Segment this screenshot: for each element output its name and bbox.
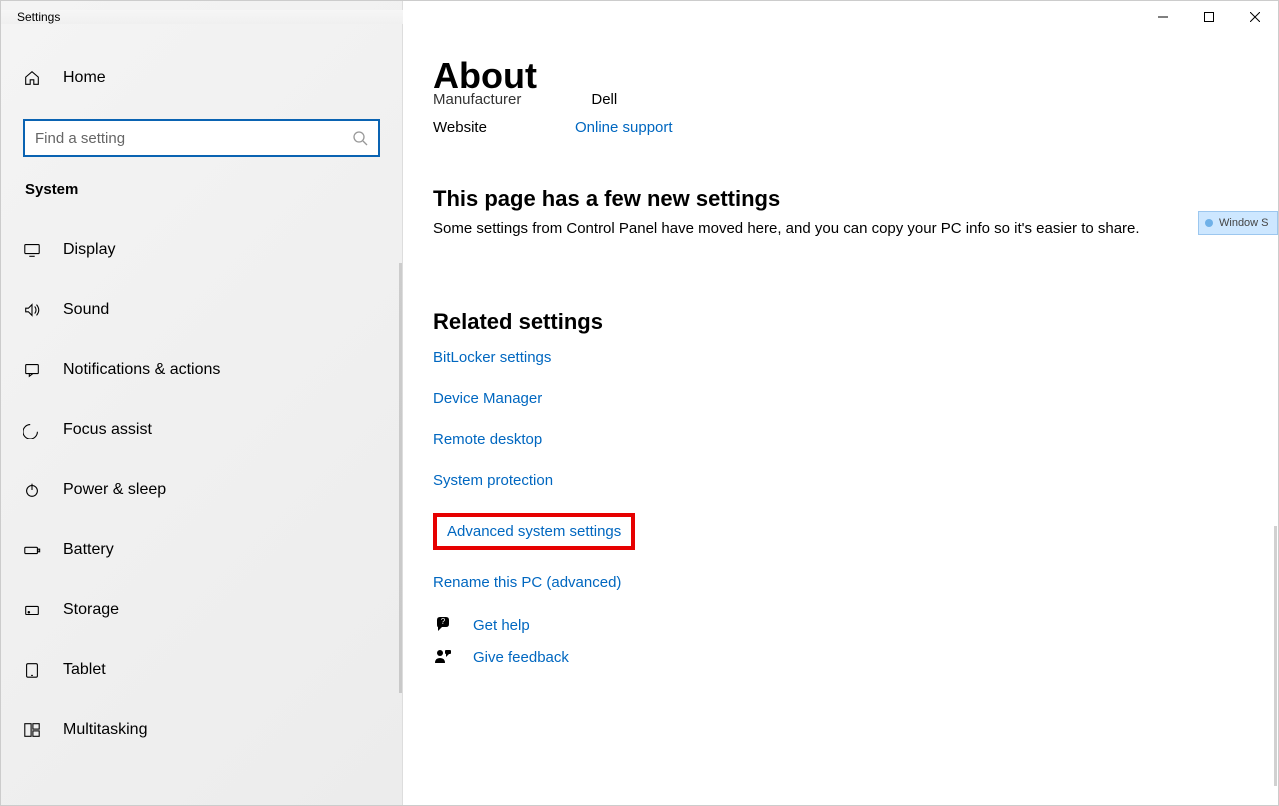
home-icon [23,69,41,87]
feedback-icon [433,647,453,667]
sidebar-category: System [1,171,402,220]
new-settings-body: Some settings from Control Panel have mo… [433,220,1278,237]
system-protection-link[interactable]: System protection [433,472,553,489]
related-settings-heading: Related settings [433,309,1278,335]
maximize-button[interactable] [1186,1,1232,33]
window-title: Settings [1,10,403,24]
search-icon [352,130,368,146]
website-label: Website [433,119,493,136]
sidebar-item-label: Multitasking [63,721,147,739]
sidebar-home-label: Home [63,69,106,87]
sidebar-home[interactable]: Home [1,53,402,103]
focus-assist-icon [23,421,41,439]
get-help-link[interactable]: Get help [473,617,530,634]
website-row: Website Online support [433,119,1278,136]
sidebar-item-display[interactable]: Display [1,220,402,280]
search-box[interactable] [23,119,380,157]
power-icon [23,481,41,499]
give-feedback-row[interactable]: Give feedback [433,647,1278,667]
sidebar-item-label: Notifications & actions [63,361,220,379]
remote-desktop-link[interactable]: Remote desktop [433,431,542,448]
search-input[interactable] [35,130,352,147]
device-manager-link[interactable]: Device Manager [433,390,542,407]
notifications-icon [23,361,41,379]
svg-text:?: ? [441,617,446,626]
sidebar-item-label: Display [63,241,115,259]
display-icon [23,241,41,259]
give-feedback-link[interactable]: Give feedback [473,649,569,666]
sidebar-item-tablet[interactable]: Tablet [1,640,402,700]
bitlocker-settings-link[interactable]: BitLocker settings [433,349,551,366]
main-content: About Manufacturer Dell Website Online s… [403,1,1278,805]
sidebar-item-power-sleep[interactable]: Power & sleep [1,460,402,520]
help-icon: ? [433,615,453,635]
sidebar-item-label: Focus assist [63,421,152,439]
storage-icon [23,601,41,619]
tablet-icon [23,661,41,679]
sidebar-item-focus-assist[interactable]: Focus assist [1,400,402,460]
new-settings-heading: This page has a few new settings [433,186,1278,212]
related-links-list: BitLocker settings Device Manager Remote… [433,349,1278,591]
manufacturer-row: Manufacturer Dell [433,91,1278,109]
sidebar-item-battery[interactable]: Battery [1,520,402,580]
sidebar-scrollbar[interactable] [399,263,402,693]
sidebar-item-label: Battery [63,541,114,559]
get-help-row[interactable]: ? Get help [433,615,1278,635]
advanced-system-settings-highlight: Advanced system settings [433,513,635,550]
multitasking-icon [23,721,41,739]
sidebar-item-sound[interactable]: Sound [1,280,402,340]
close-button[interactable] [1232,1,1278,33]
sound-icon [23,301,41,319]
sidebar-item-notifications[interactable]: Notifications & actions [1,340,402,400]
sidebar-item-label: Tablet [63,661,106,679]
minimize-button[interactable] [1140,1,1186,33]
advanced-system-settings-link[interactable]: Advanced system settings [447,523,621,540]
rename-pc-link[interactable]: Rename this PC (advanced) [433,574,621,591]
sidebar-item-label: Storage [63,601,119,619]
main-scrollbar[interactable] [1274,526,1277,786]
sidebar-item-storage[interactable]: Storage [1,580,402,640]
online-support-link[interactable]: Online support [575,119,673,136]
sidebar-item-label: Power & sleep [63,481,166,499]
sidebar: Home System Display Sound Notifications … [1,1,403,805]
sidebar-item-multitasking[interactable]: Multitasking [1,700,402,760]
battery-icon [23,541,41,559]
hint-tag[interactable]: Window S [1198,211,1278,235]
sidebar-item-label: Sound [63,301,109,319]
